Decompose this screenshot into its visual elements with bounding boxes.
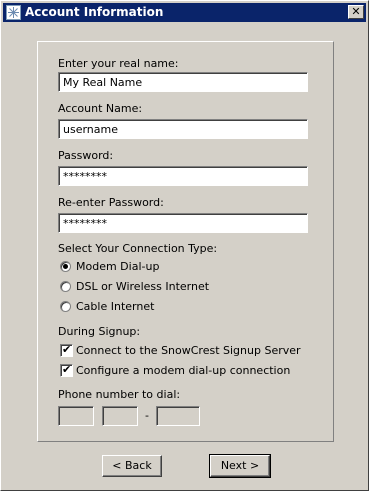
back-button[interactable]: < Back	[102, 455, 162, 477]
account-name-label: Account Name:	[58, 102, 143, 115]
real-name-label: Enter your real name:	[58, 57, 179, 70]
next-button[interactable]: Next >	[209, 454, 271, 478]
reenter-password-label: Re-enter Password:	[58, 196, 164, 209]
title-bar[interactable]: Account Information ✕	[3, 3, 366, 22]
checkmark-icon: ✔	[62, 343, 72, 356]
radio-label-modem[interactable]: Modem Dial-up	[76, 260, 159, 273]
connection-type-label: Select Your Connection Type:	[58, 242, 218, 255]
during-signup-label: During Signup:	[58, 325, 141, 338]
radio-label-dsl[interactable]: DSL or Wireless Internet	[76, 280, 209, 293]
phone-line-input[interactable]	[156, 406, 200, 426]
checkmark-icon: ✔	[62, 363, 72, 376]
phone-area-code-input[interactable]	[58, 406, 94, 426]
real-name-input[interactable]: My Real Name	[58, 72, 308, 92]
snowflake-icon	[6, 5, 21, 20]
radio-button-dsl[interactable]	[60, 281, 71, 292]
checkbox-modem-config[interactable]: ✔	[60, 363, 73, 377]
close-button[interactable]: ✕	[348, 5, 364, 19]
checkbox-label-signup-server[interactable]: Connect to the SnowCrest Signup Server	[76, 344, 301, 357]
reenter-password-input[interactable]: ********	[58, 213, 308, 233]
password-input[interactable]: ********	[58, 166, 308, 186]
phone-number-label: Phone number to dial:	[58, 388, 181, 401]
radio-label-cable[interactable]: Cable Internet	[76, 300, 154, 313]
radio-button-modem[interactable]	[60, 261, 71, 272]
close-icon: ✕	[351, 5, 361, 18]
phone-separator: -	[145, 409, 149, 422]
checkbox-signup-server[interactable]: ✔	[60, 343, 73, 357]
form-panel: Enter your real name: My Real Name Accou…	[37, 41, 334, 442]
checkbox-label-modem-config[interactable]: Configure a modem dial-up connection	[76, 364, 290, 377]
window-title: Account Information	[25, 5, 164, 19]
account-info-window: Account Information ✕ Enter your real na…	[0, 0, 369, 491]
phone-prefix-input[interactable]	[102, 406, 138, 426]
account-name-input[interactable]: username	[58, 119, 308, 139]
radio-button-cable[interactable]	[60, 301, 71, 312]
password-label: Password:	[58, 149, 114, 162]
